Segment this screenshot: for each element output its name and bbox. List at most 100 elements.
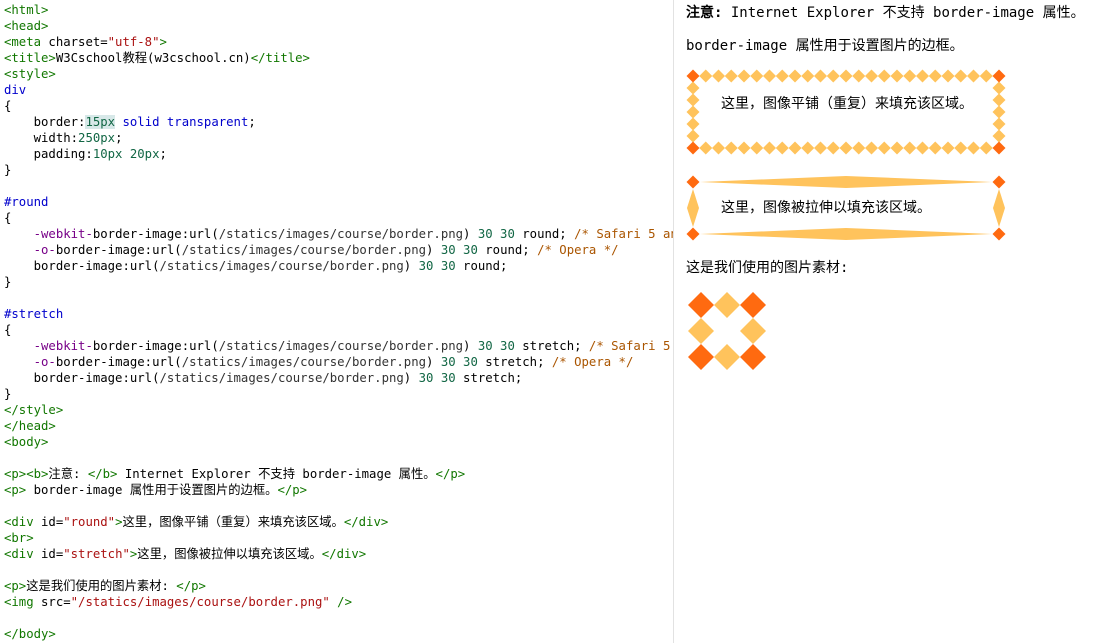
sample-corner bbox=[740, 292, 766, 318]
sample-edge bbox=[714, 292, 740, 318]
code-line[interactable]: </head> bbox=[4, 418, 673, 434]
border-tile bbox=[737, 69, 751, 83]
border-tile bbox=[814, 69, 827, 83]
code-line[interactable]: border-image:url(/statics/images/course/… bbox=[4, 258, 673, 274]
code-line[interactable]: div bbox=[4, 82, 673, 98]
code-line[interactable]: </body> bbox=[4, 626, 673, 642]
border-tile bbox=[992, 129, 1006, 143]
note-text: Internet Explorer 不支持 border-image 属性。 bbox=[722, 5, 1085, 21]
code-line[interactable]: </style> bbox=[4, 402, 673, 418]
border-tile bbox=[979, 141, 993, 155]
code-line[interactable] bbox=[4, 498, 673, 514]
border-tile bbox=[928, 141, 942, 155]
border-tile bbox=[941, 69, 955, 83]
border-tile bbox=[954, 141, 968, 155]
border-tile bbox=[967, 141, 980, 155]
border-tile bbox=[992, 93, 1006, 107]
border-tile bbox=[826, 141, 840, 155]
code-line[interactable]: padding:10px 20px; bbox=[4, 146, 673, 162]
border-tile bbox=[928, 69, 942, 83]
code-line[interactable] bbox=[4, 178, 673, 194]
code-line[interactable] bbox=[4, 450, 673, 466]
border-tile bbox=[916, 69, 929, 83]
border-tile bbox=[877, 69, 891, 83]
border-tile bbox=[992, 105, 1006, 119]
code-line[interactable]: <div id="stretch">这里，图像被拉伸以填充该区域。</div> bbox=[4, 546, 673, 562]
border-tile bbox=[763, 141, 776, 155]
border-tile bbox=[890, 69, 904, 83]
code-line[interactable] bbox=[4, 290, 673, 306]
code-line[interactable]: { bbox=[4, 322, 673, 338]
border-tile bbox=[712, 69, 725, 83]
code-line[interactable]: } bbox=[4, 386, 673, 402]
border-tile bbox=[992, 117, 1006, 131]
border-tile bbox=[801, 141, 815, 155]
code-line[interactable]: <meta charset="utf-8"> bbox=[4, 34, 673, 50]
border-corner bbox=[686, 227, 700, 241]
code-line[interactable]: <html> bbox=[4, 2, 673, 18]
code-line[interactable]: -o-border-image:url(/statics/images/cour… bbox=[4, 354, 673, 370]
border-tile bbox=[712, 141, 725, 155]
border-tile bbox=[852, 141, 866, 155]
round-box-text: 这里，图像平铺（重复）来填充该区域。 bbox=[721, 96, 973, 112]
stretch-box-text: 这里，图像被拉伸以填充该区域。 bbox=[721, 200, 931, 216]
border-tile bbox=[686, 129, 700, 143]
sample-edge bbox=[714, 344, 740, 370]
code-line[interactable] bbox=[4, 562, 673, 578]
border-tile bbox=[699, 69, 713, 83]
border-tile bbox=[865, 141, 878, 155]
stretch-border-box: 这里，图像被拉伸以填充该区域。 bbox=[686, 175, 1006, 241]
code-line[interactable]: width:250px; bbox=[4, 130, 673, 146]
border-tile bbox=[865, 69, 878, 83]
border-corner bbox=[992, 141, 1006, 155]
stretched-bottom bbox=[700, 228, 992, 240]
code-area[interactable]: <html> <head> <meta charset="utf-8"> <title… bbox=[4, 2, 673, 642]
code-line[interactable]: border:15px solid transparent; bbox=[4, 114, 673, 130]
border-tile bbox=[750, 141, 764, 155]
code-line[interactable]: <p><b>注意: </b> Internet Explorer 不支持 bor… bbox=[4, 466, 673, 482]
border-tile bbox=[775, 141, 789, 155]
code-line[interactable]: { bbox=[4, 98, 673, 114]
code-line[interactable]: <img src="/statics/images/course/border.… bbox=[4, 594, 673, 610]
border-tile bbox=[788, 69, 802, 83]
border-tile bbox=[814, 141, 827, 155]
code-line[interactable]: <body> bbox=[4, 434, 673, 450]
code-line[interactable]: } bbox=[4, 162, 673, 178]
border-corner bbox=[992, 227, 1006, 241]
code-line[interactable]: <style> bbox=[4, 66, 673, 82]
border-tile bbox=[992, 81, 1006, 95]
border-tile bbox=[686, 117, 700, 131]
code-line[interactable]: <p>这是我们使用的图片素材: </p> bbox=[4, 578, 673, 594]
code-editor[interactable]: <html> <head> <meta charset="utf-8"> <title… bbox=[0, 0, 674, 643]
code-line[interactable]: -o-border-image:url(/statics/images/cour… bbox=[4, 242, 673, 258]
code-line[interactable]: -webkit-border-image:url(/statics/images… bbox=[4, 338, 673, 354]
border-tile bbox=[788, 141, 802, 155]
code-line[interactable]: <head> bbox=[4, 18, 673, 34]
border-tile bbox=[763, 69, 776, 83]
code-line[interactable]: { bbox=[4, 210, 673, 226]
border-tile bbox=[775, 69, 789, 83]
border-corner bbox=[686, 69, 700, 83]
note-paragraph: 注意: Internet Explorer 不支持 border-image 属… bbox=[686, 4, 1085, 22]
code-line[interactable] bbox=[4, 610, 673, 626]
border-tile bbox=[852, 69, 866, 83]
code-line[interactable]: <p> border-image 属性用于设置图片的边框。</p> bbox=[4, 482, 673, 498]
code-line[interactable]: <div id="round">这里，图像平铺（重复）来填充该区域。</div> bbox=[4, 514, 673, 530]
code-line[interactable]: #round bbox=[4, 194, 673, 210]
stretched-right bbox=[993, 189, 1005, 227]
sample-edge bbox=[688, 318, 714, 344]
border-tile bbox=[877, 141, 891, 155]
code-line[interactable]: #stretch bbox=[4, 306, 673, 322]
border-tile bbox=[750, 69, 764, 83]
code-line[interactable]: <title>W3Cschool教程(w3cschool.cn)</title> bbox=[4, 50, 673, 66]
preview-pane: 注意: Internet Explorer 不支持 border-image 属… bbox=[674, 0, 1102, 643]
code-line[interactable]: <br> bbox=[4, 530, 673, 546]
code-line[interactable]: } bbox=[4, 274, 673, 290]
border-corner bbox=[686, 141, 700, 155]
code-line[interactable]: -webkit-border-image:url(/statics/images… bbox=[4, 226, 673, 242]
description-paragraph: border-image 属性用于设置图片的边框。 bbox=[686, 38, 964, 54]
border-tile bbox=[686, 105, 700, 119]
border-corner bbox=[686, 175, 700, 189]
code-line[interactable]: border-image:url(/statics/images/course/… bbox=[4, 370, 673, 386]
material-label: 这是我们使用的图片素材: bbox=[686, 260, 849, 276]
